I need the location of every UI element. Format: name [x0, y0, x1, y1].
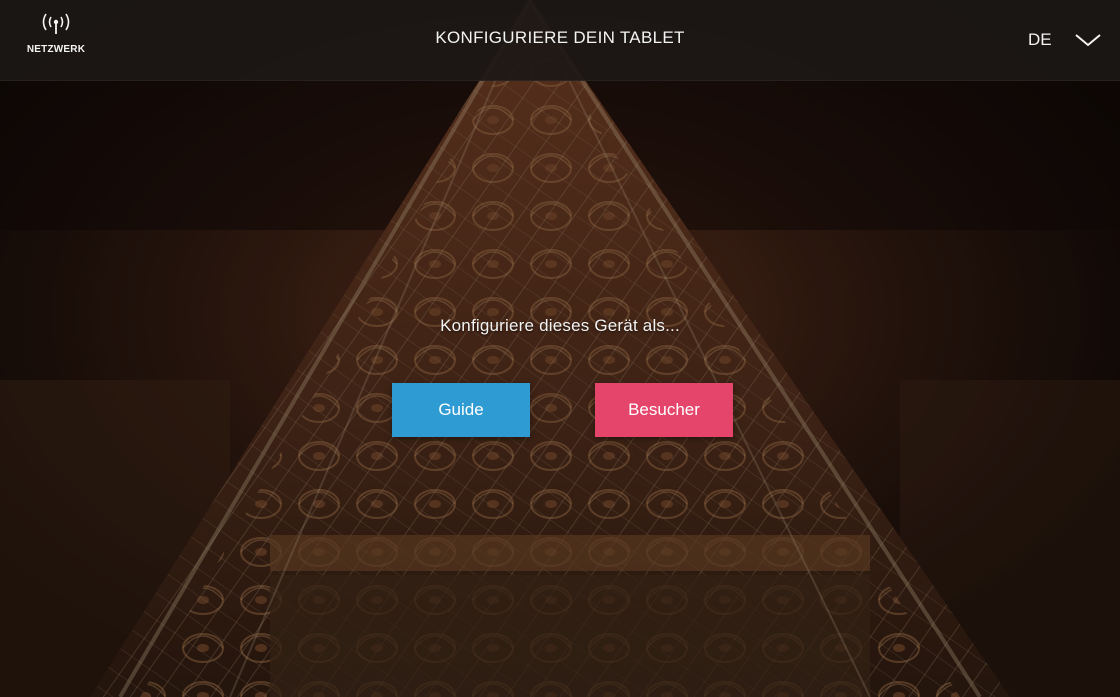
background-dim-overlay: [0, 0, 1120, 697]
configure-prompt: Konfiguriere dieses Gerät als...: [440, 316, 680, 335]
top-bar: NETZWERK KONFIGURIERE DEIN TABLET DE: [0, 0, 1120, 81]
visitor-button[interactable]: Besucher: [595, 383, 733, 437]
network-button[interactable]: NETZWERK: [26, 12, 86, 68]
network-label: NETZWERK: [26, 44, 86, 55]
chevron-down-icon: [1075, 34, 1101, 47]
antenna-signal-icon: [42, 13, 70, 34]
guide-button[interactable]: Guide: [392, 383, 530, 437]
language-code: DE: [1028, 30, 1052, 49]
language-selector[interactable]: DE: [1018, 22, 1104, 58]
page-title: KONFIGURIERE DEIN TABLET: [435, 28, 685, 47]
